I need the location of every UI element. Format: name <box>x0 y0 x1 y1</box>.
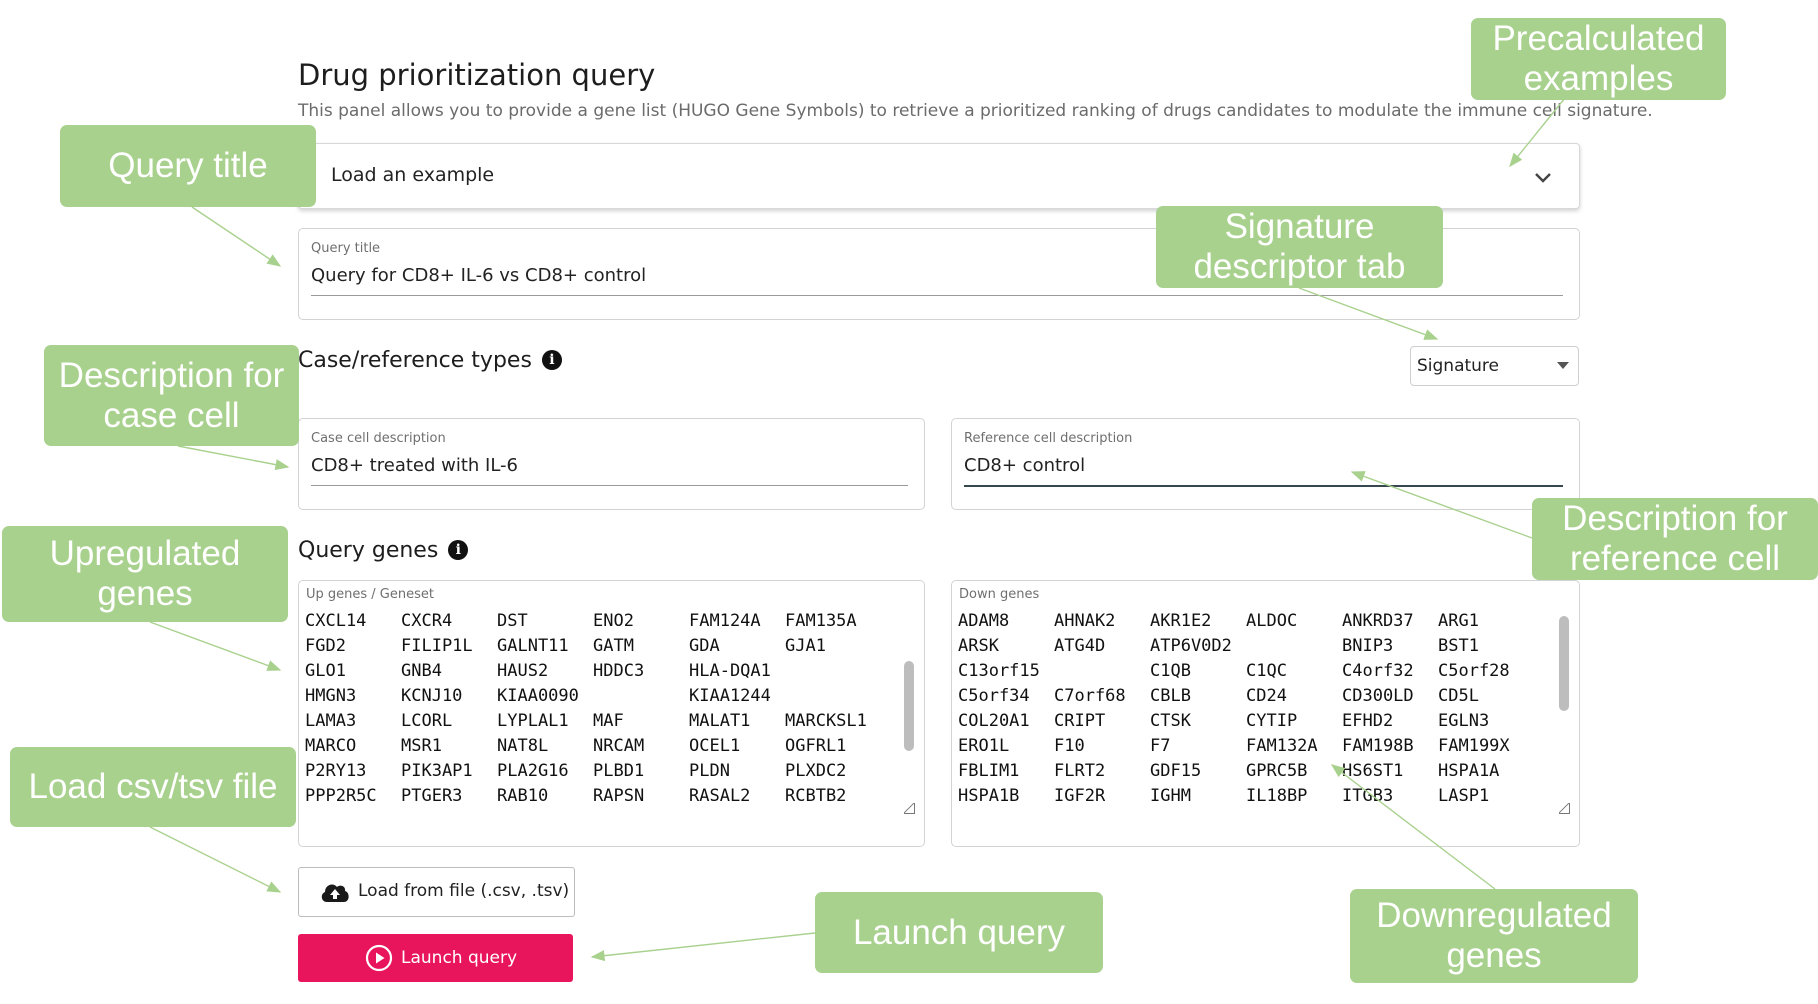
arrow-case-cell <box>177 445 290 471</box>
callout-load-file: Load csv/tsv file <box>10 747 296 827</box>
callout-precalculated: Precalculated examples <box>1471 18 1726 100</box>
arrow-upregulated <box>149 621 282 671</box>
arrow-launch <box>590 932 816 962</box>
callout-upregulated: Upregulated genes <box>2 526 288 622</box>
arrow-downregulated <box>1330 764 1496 890</box>
callout-reference-cell: Description for reference cell <box>1532 498 1818 580</box>
callout-signature-tab: Signature descriptor tab <box>1156 206 1443 288</box>
callout-downregulated: Downregulated genes <box>1350 889 1638 983</box>
callout-case-cell: Description for case cell <box>44 345 299 446</box>
arrow-query-title <box>191 206 282 267</box>
callout-query-title: Query title <box>60 125 316 207</box>
arrow-reference-cell <box>1350 471 1533 539</box>
arrow-load-file <box>149 826 282 893</box>
arrow-precalculated <box>1509 97 1566 168</box>
arrow-signature <box>1298 287 1439 340</box>
callout-launch: Launch query <box>815 892 1103 973</box>
